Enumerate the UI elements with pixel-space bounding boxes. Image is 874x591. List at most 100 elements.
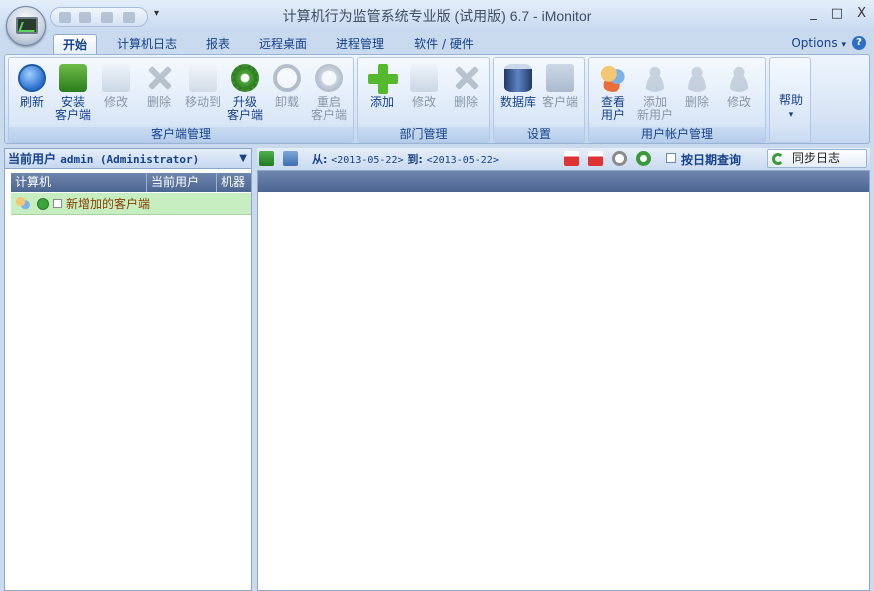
install-client-label: 安装 客户端 (54, 95, 91, 122)
group-help: 帮助 ▾ (769, 57, 811, 143)
uninstall-label: 卸载 (274, 95, 299, 109)
add-user-icon (641, 64, 669, 92)
add-user-button[interactable]: 添加 新用户 (635, 62, 675, 126)
tab-reports[interactable]: 报表 (196, 34, 240, 55)
add-department-label: 添加 (369, 95, 394, 109)
restart-client-button[interactable]: 重启 客户端 (309, 62, 349, 126)
view-users-label: 查看 用户 (600, 95, 625, 122)
tab-process-management[interactable]: 进程管理 (328, 34, 392, 55)
refresh-label: 刷新 (19, 95, 44, 109)
delete-department-button[interactable]: 删除 (446, 62, 486, 126)
computer-list-header: 计算机 当前用户 机器 (11, 173, 251, 192)
export-excel-icon[interactable] (259, 151, 274, 166)
tab-computer-log[interactable]: 计算机日志 (108, 34, 186, 55)
uninstall-button[interactable]: 卸载 (267, 62, 307, 126)
calendar-start-icon[interactable] (564, 151, 579, 166)
tab-software-hardware[interactable]: 软件 / 硬件 (404, 34, 484, 55)
group-user-account-management: 查看 用户 添加 新用户 删除 修改 用户帐户管理 (588, 57, 766, 143)
group-users-icon (15, 196, 31, 212)
chevron-down-icon[interactable]: ▼ (239, 149, 247, 169)
log-content-pane (257, 170, 870, 591)
sync-log-button[interactable]: 同步日志 (767, 149, 867, 168)
group-client-management: 刷新 安装 客户端 修改 删除 移动到 升级 客户端 卸载 重启 客户端 客户端… (8, 57, 354, 143)
from-date[interactable]: <2013-05-22> (331, 155, 403, 166)
refresh-icon (18, 64, 46, 92)
maximize-button[interactable]: □ (831, 6, 843, 21)
edit-user-icon (725, 64, 753, 92)
go-icon[interactable] (636, 151, 651, 166)
new-clients-group-label: 新增加的客户端 (66, 197, 151, 211)
ribbon: 刷新 安装 客户端 修改 删除 移动到 升级 客户端 卸载 重启 客户端 客户端… (4, 54, 870, 144)
column-current-user[interactable]: 当前用户 (147, 173, 217, 192)
move-to-label: 移动到 (184, 95, 221, 109)
add-department-button[interactable]: 添加 (362, 62, 402, 126)
query-by-date-checkbox[interactable] (666, 153, 676, 163)
from-label: 从: (312, 153, 328, 166)
delete-user-button[interactable]: 删除 (677, 62, 717, 126)
install-client-button[interactable]: 安装 客户端 (53, 62, 93, 126)
upgrade-client-label: 升级 客户端 (226, 95, 263, 122)
delete-icon (452, 64, 480, 92)
list-item[interactable]: 新增加的客户端 (11, 193, 251, 215)
clock-icon[interactable] (612, 151, 627, 166)
refresh-button[interactable]: 刷新 (12, 62, 52, 126)
current-user-bar[interactable]: 当前用户 admin (Administrator) ▼ (5, 149, 251, 169)
group-label-client-management: 客户端管理 (9, 127, 353, 142)
tab-remote-desktop[interactable]: 远程桌面 (250, 34, 316, 55)
export-image-icon[interactable] (283, 151, 298, 166)
edit-client-label: 修改 (103, 95, 128, 109)
ribbon-tabs: 开始 计算机日志 报表 远程桌面 进程管理 软件 / 硬件 Options ▾ … (0, 32, 874, 55)
help-icon[interactable]: ? (852, 36, 866, 50)
current-user-label: 当前用户 (8, 152, 57, 166)
column-computer[interactable]: 计算机 (11, 173, 147, 192)
group-label-settings: 设置 (494, 127, 584, 142)
install-client-icon (59, 64, 87, 92)
monitor-logo-icon (16, 17, 38, 34)
client-settings-button[interactable]: 客户端 (540, 62, 580, 126)
computer-tree-pane: 当前用户 admin (Administrator) ▼ 计算机 当前用户 机器… (4, 148, 252, 591)
options-arrow-icon: ▾ (841, 40, 846, 50)
log-list-header (258, 171, 869, 192)
options-label: Options (791, 36, 838, 50)
delete-client-button[interactable]: 删除 (139, 62, 179, 126)
view-users-button[interactable]: 查看 用户 (593, 62, 633, 126)
move-icon (189, 64, 217, 92)
edit-client-button[interactable]: 修改 (96, 62, 136, 126)
help-dropdown-icon: ▾ (788, 110, 794, 120)
expand-circle-icon[interactable] (37, 198, 49, 210)
move-to-button[interactable]: 移动到 (181, 62, 225, 126)
sync-icon (772, 153, 784, 165)
add-user-label: 添加 新用户 (636, 95, 673, 122)
delete-department-label: 删除 (453, 95, 478, 109)
column-machine[interactable]: 机器 (217, 173, 251, 192)
options-menu[interactable]: Options ▾ (791, 36, 846, 50)
edit-icon (410, 64, 438, 92)
restart-icon (315, 64, 343, 92)
minimize-button[interactable]: _ (810, 6, 817, 21)
edit-user-button[interactable]: 修改 (719, 62, 759, 126)
date-range: 从: <2013-05-22> 到: <2013-05-22> (312, 151, 499, 167)
calendar-end-icon[interactable] (588, 151, 603, 166)
to-label: 到: (407, 153, 423, 166)
edit-department-button[interactable]: 修改 (404, 62, 444, 126)
client-settings-label: 客户端 (541, 95, 578, 109)
uninstall-icon (273, 64, 301, 92)
restart-client-label: 重启 客户端 (310, 95, 347, 122)
log-toolbar: 从: <2013-05-22> 到: <2013-05-22> 按日期查询 同步… (257, 148, 870, 170)
row-checkbox[interactable] (53, 199, 62, 208)
database-label: 数据库 (499, 95, 536, 109)
application-menu-button[interactable] (6, 6, 46, 46)
edit-user-label: 修改 (726, 95, 751, 109)
help-label: 帮助 (778, 93, 803, 107)
delete-client-label: 删除 (146, 95, 171, 109)
close-button[interactable]: X (857, 6, 866, 21)
help-button[interactable]: 帮助 ▾ (771, 94, 811, 134)
to-date[interactable]: <2013-05-22> (427, 155, 499, 166)
group-department-management: 添加 修改 删除 部门管理 (357, 57, 490, 143)
tab-start[interactable]: 开始 (53, 34, 97, 55)
database-button[interactable]: 数据库 (498, 62, 538, 126)
title-bar: ▾ 计算机行为监管系统专业版 (试用版) 6.7 - iMonitor _ □ … (0, 0, 874, 32)
window-title: 计算机行为监管系统专业版 (试用版) 6.7 - iMonitor (282, 8, 592, 24)
upgrade-client-button[interactable]: 升级 客户端 (225, 62, 265, 126)
current-user-name: admin (Administrator) (60, 153, 200, 166)
